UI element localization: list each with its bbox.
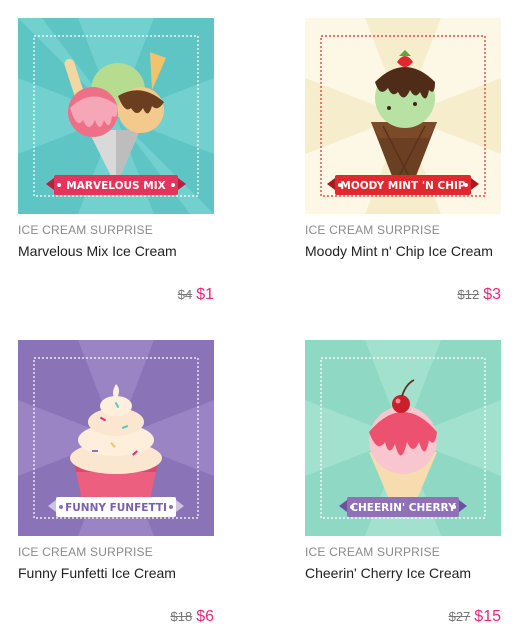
original-price: $18 xyxy=(170,609,193,624)
sale-price: $15 xyxy=(474,608,501,625)
product-price: $4 $1 xyxy=(178,286,214,304)
product-badge: FUNNY FUNFETTI xyxy=(65,502,167,514)
product-image[interactable]: FUNNY FUNFETTI xyxy=(18,340,214,536)
original-price: $27 xyxy=(448,609,471,624)
product-category[interactable]: ICE CREAM SURPRISE xyxy=(18,545,153,559)
product-title[interactable]: Moody Mint n' Chip Ice Cream xyxy=(305,243,493,259)
sale-price: $6 xyxy=(196,608,214,625)
sale-price: $3 xyxy=(483,286,501,303)
product-category[interactable]: ICE CREAM SURPRISE xyxy=(305,223,440,237)
product-badge: CHEERIN' CHERRY xyxy=(350,502,456,514)
product-price: $12 $3 xyxy=(458,286,502,304)
product-title[interactable]: Cheerin' Cherry Ice Cream xyxy=(305,565,471,581)
product-badge: MOODY MINT 'N CHIP xyxy=(340,180,466,192)
product-image[interactable]: MARVELOUS MIX xyxy=(18,18,214,214)
product-category[interactable]: ICE CREAM SURPRISE xyxy=(18,223,153,237)
sale-price: $1 xyxy=(196,286,214,303)
product-price: $18 $6 xyxy=(171,608,215,626)
product-badge: MARVELOUS MIX xyxy=(66,180,165,192)
product-image[interactable]: MOODY MINT 'N CHIP xyxy=(305,18,501,214)
original-price: $12 xyxy=(457,287,480,302)
product-price: $27 $15 xyxy=(449,608,501,626)
product-image[interactable]: CHEERIN' CHERRY xyxy=(305,340,501,536)
product-category[interactable]: ICE CREAM SURPRISE xyxy=(305,545,440,559)
product-title[interactable]: Marvelous Mix Ice Cream xyxy=(18,243,177,259)
product-title[interactable]: Funny Funfetti Ice Cream xyxy=(18,565,176,581)
original-price: $4 xyxy=(177,287,193,302)
